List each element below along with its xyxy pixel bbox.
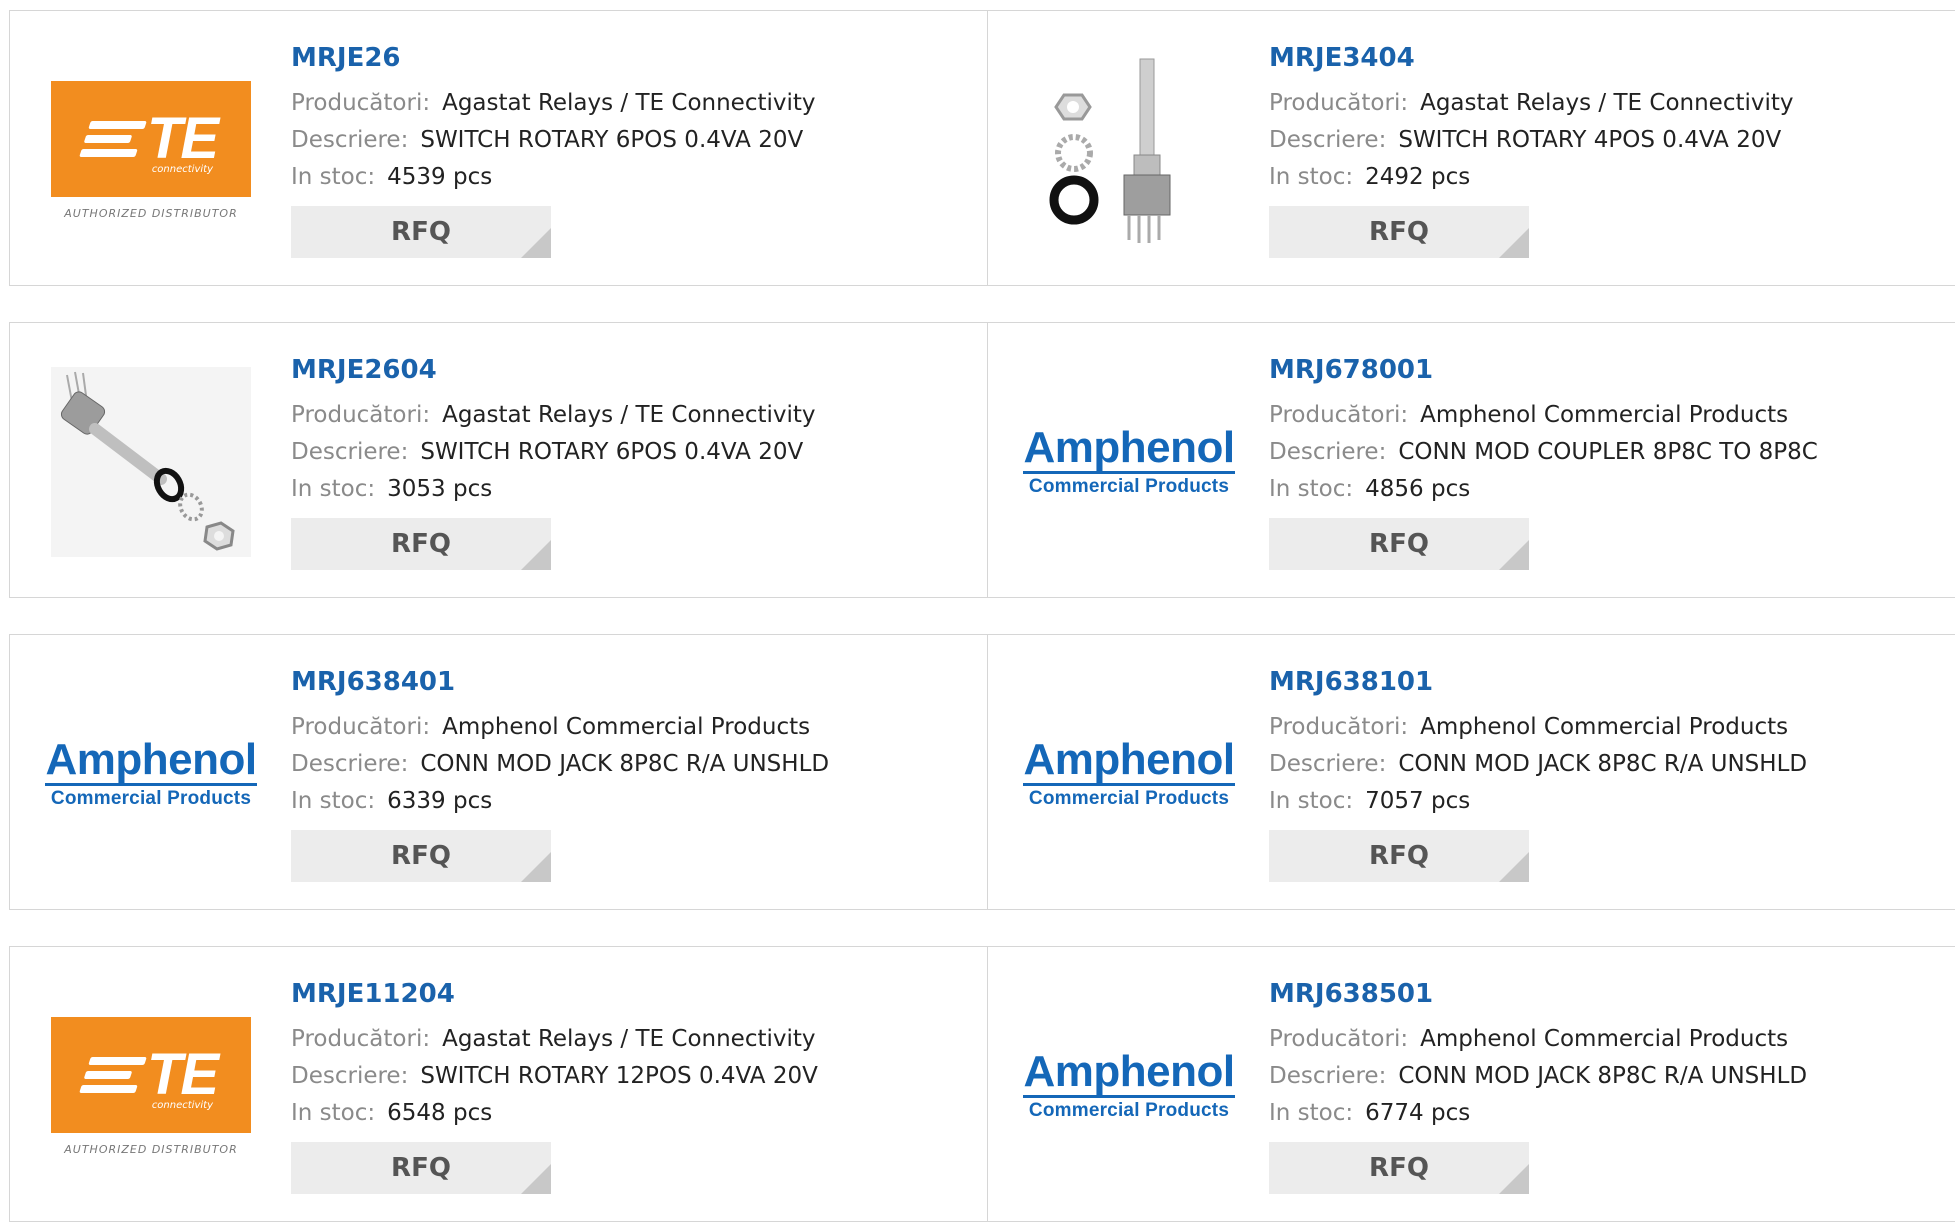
description-label: Descriere:	[1269, 127, 1387, 153]
rfq-button[interactable]: RFQ	[291, 206, 551, 258]
product-grid: TE connectivity AUTHORIZED DISTRIBUTOR M…	[0, 0, 1955, 1222]
description-value: CONN MOD JACK 8P8C R/A UNSHLD	[1398, 1063, 1808, 1089]
product-card: MRJE3404 Producători: Agastat Relays / TE…	[987, 10, 1955, 286]
rfq-button[interactable]: RFQ	[1269, 1142, 1529, 1194]
description-value: CONN MOD JACK 8P8C R/A UNSHLD	[1398, 751, 1808, 777]
description-value: SWITCH ROTARY 6POS 0.4VA 20V	[420, 439, 804, 465]
product-image[interactable]	[48, 367, 254, 557]
stock-label: In stoc:	[1269, 1100, 1354, 1126]
product-card: Amphenol Commercial Products MRJ638101 P…	[987, 634, 1955, 910]
stock-label: In stoc:	[1269, 788, 1354, 814]
description-label: Descriere:	[291, 751, 409, 777]
stock-label: In stoc:	[1269, 476, 1354, 502]
manufacturer-value: Agastat Relays / TE Connectivity	[442, 90, 816, 116]
manufacturer-value: Amphenol Commercial Products	[442, 714, 811, 740]
rotary-switch-image	[1049, 58, 1171, 243]
amphenol-logo: Amphenol Commercial Products	[45, 735, 257, 809]
product-image[interactable]: Amphenol Commercial Products	[45, 679, 257, 869]
product-image[interactable]: TE connectivity AUTHORIZED DISTRIBUTOR	[48, 55, 254, 245]
product-card: MRJE2604 Producători: Agastat Relays / TE…	[9, 322, 994, 598]
rfq-button[interactable]: RFQ	[1269, 206, 1529, 258]
description-label: Descriere:	[291, 439, 409, 465]
description-label: Descriere:	[291, 127, 409, 153]
description-label: Descriere:	[1269, 1063, 1387, 1089]
product-card: TE connectivity AUTHORIZED DISTRIBUTOR M…	[9, 10, 994, 286]
product-image[interactable]: TE connectivity AUTHORIZED DISTRIBUTOR	[48, 991, 254, 1181]
stock-value: 3053 pcs	[387, 476, 493, 502]
stock-label: In stoc:	[291, 476, 376, 502]
description-value: SWITCH ROTARY 4POS 0.4VA 20V	[1398, 127, 1782, 153]
description-value: CONN MOD COUPLER 8P8C TO 8P8C	[1398, 439, 1818, 465]
manufacturer-label: Producători:	[291, 1026, 431, 1052]
stock-value: 4539 pcs	[387, 164, 493, 190]
part-number-link[interactable]: MRJ638401	[291, 665, 829, 699]
stock-value: 6774 pcs	[1365, 1100, 1471, 1126]
rfq-button[interactable]: RFQ	[291, 518, 551, 570]
amphenol-logo: Amphenol Commercial Products	[1023, 735, 1235, 809]
part-number-link[interactable]: MRJ678001	[1269, 353, 1818, 387]
manufacturer-label: Producători:	[291, 714, 431, 740]
manufacturer-label: Producători:	[291, 90, 431, 116]
description-value: SWITCH ROTARY 6POS 0.4VA 20V	[420, 127, 804, 153]
description-value: CONN MOD JACK 8P8C R/A UNSHLD	[420, 751, 830, 777]
stock-label: In stoc:	[1269, 164, 1354, 190]
manufacturer-label: Producători:	[1269, 714, 1409, 740]
part-number-link[interactable]: MRJE2604	[291, 353, 816, 387]
manufacturer-label: Producători:	[1269, 402, 1409, 428]
product-card: Amphenol Commercial Products MRJ678001 P…	[987, 322, 1955, 598]
manufacturer-value: Amphenol Commercial Products	[1420, 714, 1789, 740]
stock-label: In stoc:	[291, 788, 376, 814]
part-number-link[interactable]: MRJE26	[291, 41, 816, 75]
product-image[interactable]	[1026, 55, 1232, 245]
manufacturer-value: Amphenol Commercial Products	[1420, 1026, 1789, 1052]
product-card: Amphenol Commercial Products MRJ638501 P…	[987, 946, 1955, 1222]
te-connectivity-logo: TE connectivity AUTHORIZED DISTRIBUTOR	[51, 1016, 251, 1156]
description-label: Descriere:	[1269, 439, 1387, 465]
rfq-button[interactable]: RFQ	[1269, 518, 1529, 570]
rfq-button[interactable]: RFQ	[1269, 830, 1529, 882]
stock-value: 7057 pcs	[1365, 788, 1471, 814]
part-number-link[interactable]: MRJE11204	[291, 977, 818, 1011]
stock-value: 4856 pcs	[1365, 476, 1471, 502]
product-card: Amphenol Commercial Products MRJ638401 P…	[9, 634, 994, 910]
manufacturer-value: Agastat Relays / TE Connectivity	[442, 402, 816, 428]
rfq-button[interactable]: RFQ	[291, 830, 551, 882]
description-label: Descriere:	[291, 1063, 409, 1089]
manufacturer-value: Agastat Relays / TE Connectivity	[1420, 90, 1794, 116]
product-image[interactable]: Amphenol Commercial Products	[1023, 367, 1235, 557]
description-value: SWITCH ROTARY 12POS 0.4VA 20V	[420, 1063, 818, 1089]
te-connectivity-logo: TE connectivity AUTHORIZED DISTRIBUTOR	[51, 80, 251, 220]
part-number-link[interactable]: MRJ638501	[1269, 977, 1807, 1011]
product-image[interactable]: Amphenol Commercial Products	[1023, 679, 1235, 869]
manufacturer-label: Producători:	[1269, 1026, 1409, 1052]
stock-label: In stoc:	[291, 1100, 376, 1126]
manufacturer-label: Producători:	[291, 402, 431, 428]
manufacturer-value: Amphenol Commercial Products	[1420, 402, 1789, 428]
product-card: TE connectivity AUTHORIZED DISTRIBUTOR M…	[9, 946, 994, 1222]
part-number-link[interactable]: MRJE3404	[1269, 41, 1794, 75]
product-image[interactable]: Amphenol Commercial Products	[1023, 991, 1235, 1181]
part-number-link[interactable]: MRJ638101	[1269, 665, 1807, 699]
stock-label: In stoc:	[291, 164, 376, 190]
stock-value: 2492 pcs	[1365, 164, 1471, 190]
manufacturer-value: Agastat Relays / TE Connectivity	[442, 1026, 816, 1052]
stock-value: 6339 pcs	[387, 788, 493, 814]
manufacturer-label: Producători:	[1269, 90, 1409, 116]
rotary-switch-image	[51, 367, 251, 557]
description-label: Descriere:	[1269, 751, 1387, 777]
stock-value: 6548 pcs	[387, 1100, 493, 1126]
rfq-button[interactable]: RFQ	[291, 1142, 551, 1194]
amphenol-logo: Amphenol Commercial Products	[1023, 423, 1235, 497]
amphenol-logo: Amphenol Commercial Products	[1023, 1047, 1235, 1121]
